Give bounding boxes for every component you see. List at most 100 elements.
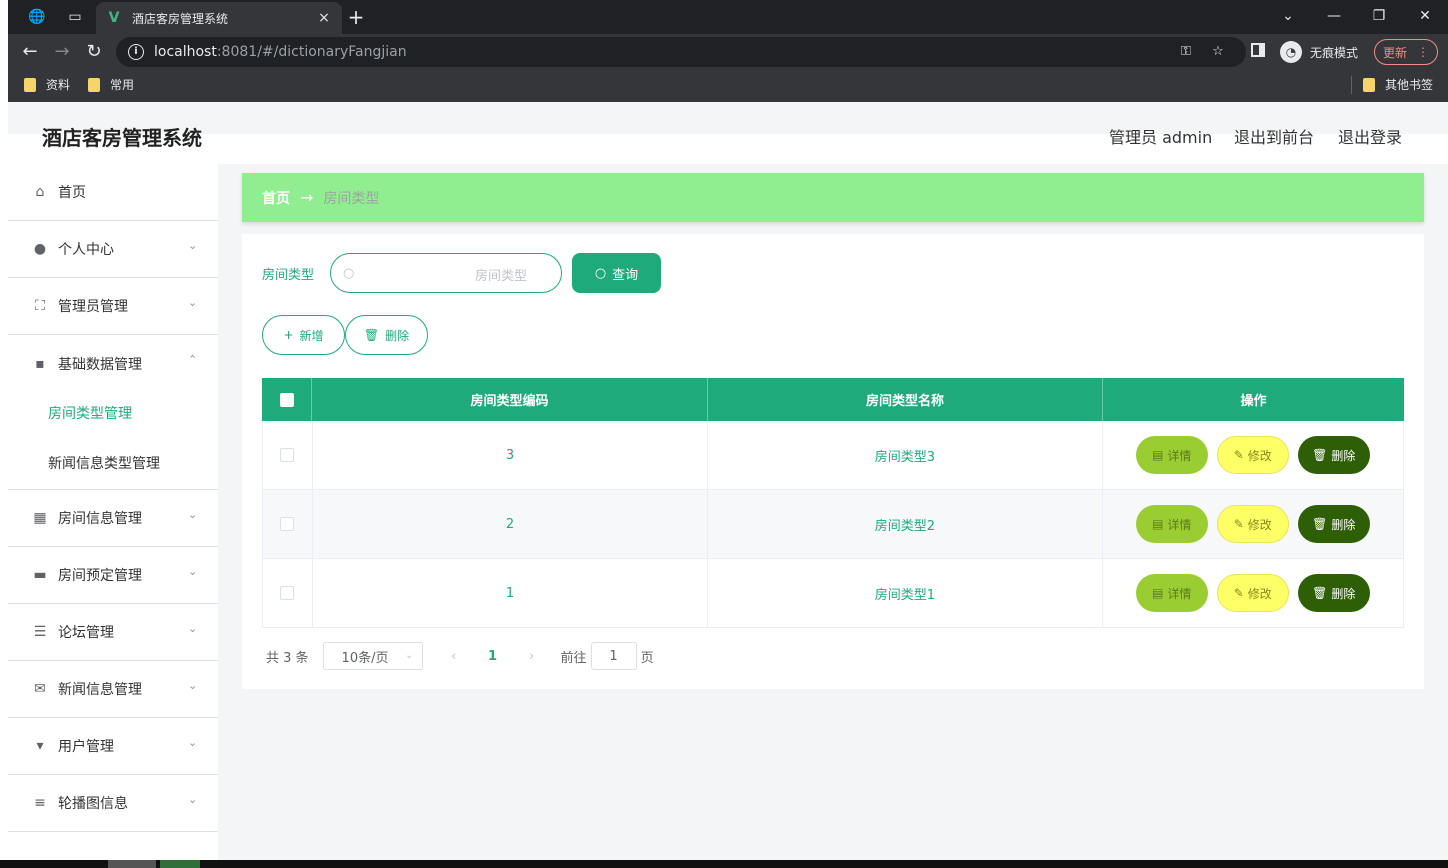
trash-icon: 🗑 [1312, 448, 1328, 462]
sidebar-item-forum[interactable]: ☰ 论坛管理 ⌄ [8, 604, 218, 661]
main-content: 首页 → 房间类型 房间类型 ○ 房间类型 ○ 查询 + 新增 🗑 删除 房间类… [218, 164, 1448, 860]
column-header[interactable]: 房间类型名称 [708, 378, 1103, 421]
site-info-icon[interactable]: i [128, 44, 144, 60]
row-check-cell [263, 490, 313, 558]
page-number[interactable]: 1 [469, 649, 517, 664]
window-icon[interactable]: ▭ [60, 5, 90, 29]
document-icon: ▤ [1152, 448, 1164, 462]
chevron-up-icon: ⌃ [188, 353, 198, 366]
goto-page-input[interactable]: 1 [590, 642, 637, 670]
back-to-front-link[interactable]: 退出到前台 [1234, 124, 1314, 148]
row-checkbox[interactable] [280, 586, 295, 600]
add-button[interactable]: + 新增 [262, 315, 345, 355]
row-checkbox[interactable] [280, 517, 295, 531]
search-label: 房间类型 [262, 268, 315, 283]
search-input[interactable]: ○ 房间类型 [330, 253, 562, 293]
incognito-label: 无痕模式 [1310, 45, 1359, 60]
page-size-select[interactable]: 10条/页 ⌄ [322, 642, 423, 670]
forward-icon[interactable]: → [50, 40, 74, 64]
logout-link[interactable]: 退出登录 [1338, 124, 1402, 148]
new-tab-button[interactable]: + [344, 5, 368, 29]
app-title: 酒店客房管理系统 [42, 126, 202, 150]
url-host: localhost [154, 44, 217, 60]
sidebar-item-carousel[interactable]: ≡ 轮播图信息 ⌄ [8, 775, 218, 832]
tab-title: 酒店客房管理系统 [132, 11, 229, 26]
vue-logo-icon: V [108, 10, 120, 26]
reload-icon[interactable]: ↻ [82, 40, 106, 64]
query-button-label: 查询 [612, 267, 639, 283]
update-label: 更新 [1382, 45, 1407, 60]
sidebar-item-label: 首页 [58, 185, 86, 201]
sidebar-item-users[interactable]: ▾ 用户管理 ⌄ [8, 718, 218, 775]
app-header: 酒店客房管理系统 管理员 admin 退出到前台 退出登录 [8, 102, 1448, 164]
pager-total: 共 3 条 [266, 650, 309, 666]
sidebar-item-admins[interactable]: ⛶ 管理员管理 ⌄ [8, 278, 218, 335]
folder-icon [1363, 77, 1375, 92]
grid-icon: ▦ [33, 510, 47, 526]
content-panel: 房间类型 ○ 房间类型 ○ 查询 + 新增 🗑 删除 房间类型编码 房间类型名称… [242, 234, 1424, 689]
detail-label: 详情 [1167, 517, 1192, 532]
delete-button[interactable]: 🗑 删除 [1297, 436, 1370, 474]
chevron-down-icon: ⌄ [188, 622, 198, 635]
detail-button[interactable]: ▤ 详情 [1135, 505, 1208, 543]
sidebar-item-label: 论坛管理 [58, 625, 114, 641]
sidebar-item-reservations[interactable]: ▬ 房间预定管理 ⌄ [8, 547, 218, 604]
tab-search-icon[interactable]: ⌄ [1270, 4, 1306, 28]
submenu-item-news-type[interactable]: 新闻信息类型管理 [8, 438, 218, 488]
address-bar[interactable]: i localhost :8081/#/dictionaryFangjian ⚿… [116, 37, 1246, 67]
next-page-icon[interactable]: › [517, 649, 547, 664]
incognito-indicator[interactable]: ◔ 无痕模式 [1280, 39, 1358, 65]
taskbar-app[interactable] [108, 860, 156, 868]
bookmarks-bar: 资料 常用 其他书签 [8, 70, 1448, 98]
detail-button[interactable]: ▤ 详情 [1135, 574, 1208, 612]
sidebar-item-basic-data[interactable]: ▪ 基础数据管理 ⌃ [8, 335, 218, 392]
browser-tab[interactable]: V 酒店客房管理系统 × [96, 2, 342, 34]
delete-button[interactable]: 🗑 删除 [1297, 574, 1370, 612]
side-panel-icon[interactable] [1251, 43, 1265, 57]
chat-icon: ▪ [35, 355, 45, 372]
edit-button[interactable]: ✎ 修改 [1216, 436, 1289, 474]
kebab-menu-icon: ⋮ [1417, 45, 1429, 59]
sidebar-item-rooms[interactable]: ▦ 房间信息管理 ⌄ [8, 490, 218, 547]
row-checkbox[interactable] [280, 448, 295, 462]
delete-button-label: 删除 [385, 328, 410, 343]
user-icon: ● [33, 241, 47, 257]
table-row: 1 房间类型1 ▤ 详情 ✎ 修改 🗑 删除 [262, 559, 1404, 628]
row-check-cell [263, 559, 313, 627]
submenu-item-room-type[interactable]: 房间类型管理 [8, 388, 218, 438]
chevron-down-icon: ⌄ [188, 679, 198, 692]
detail-button[interactable]: ▤ 详情 [1135, 436, 1208, 474]
column-header: 操作 [1240, 394, 1267, 409]
sliders-icon: ☰ [33, 624, 47, 640]
taskbar-app[interactable] [160, 860, 200, 868]
column-header[interactable]: 房间类型编码 [312, 378, 708, 421]
delete-button[interactable]: 🗑 删除 [1297, 505, 1370, 543]
breadcrumb-home[interactable]: 首页 [262, 188, 290, 208]
bookmark-folder[interactable]: 资料 [24, 76, 70, 93]
query-button[interactable]: ○ 查询 [572, 253, 661, 293]
prev-page-icon[interactable]: ‹ [439, 649, 469, 664]
edit-button[interactable]: ✎ 修改 [1216, 505, 1289, 543]
sidebar-item-news[interactable]: ✉ 新闻信息管理 ⌄ [8, 661, 218, 718]
select-all-checkbox[interactable] [279, 392, 294, 407]
browser-chrome: 🌐 ▭ V 酒店客房管理系统 × + ⌄ — ❐ ✕ ← → ↻ i local… [8, 0, 1448, 102]
globe-icon[interactable]: 🌐 [22, 5, 52, 29]
sidebar-item-profile[interactable]: ● 个人中心 ⌄ [8, 221, 218, 278]
star-icon[interactable]: ☆ [1208, 42, 1228, 62]
back-icon[interactable]: ← [18, 40, 42, 64]
close-window-icon[interactable]: ✕ [1407, 4, 1443, 28]
batch-delete-button[interactable]: 🗑 删除 [345, 315, 428, 355]
close-tab-icon[interactable]: × [316, 10, 332, 26]
sidebar-item-home[interactable]: ⌂ 首页 [8, 164, 218, 221]
edit-button[interactable]: ✎ 修改 [1216, 574, 1289, 612]
sidebar: ⌂ 首页 ● 个人中心 ⌄ ⛶ 管理员管理 ⌄ ▪ 基础数据管理 ⌃ 房间类型管… [8, 164, 218, 860]
detail-label: 详情 [1167, 448, 1192, 463]
minimize-icon[interactable]: — [1316, 4, 1352, 28]
restore-icon[interactable]: ❐ [1361, 4, 1397, 28]
update-button[interactable]: 更新 ⋮ [1374, 39, 1438, 65]
goto-prefix: 前往 [560, 650, 587, 666]
trash-icon: 🗑 [363, 328, 380, 342]
key-icon[interactable]: ⚿ [1176, 42, 1196, 62]
bookmark-folder[interactable]: 常用 [88, 76, 134, 93]
other-bookmarks[interactable]: 其他书签 [1363, 76, 1433, 93]
